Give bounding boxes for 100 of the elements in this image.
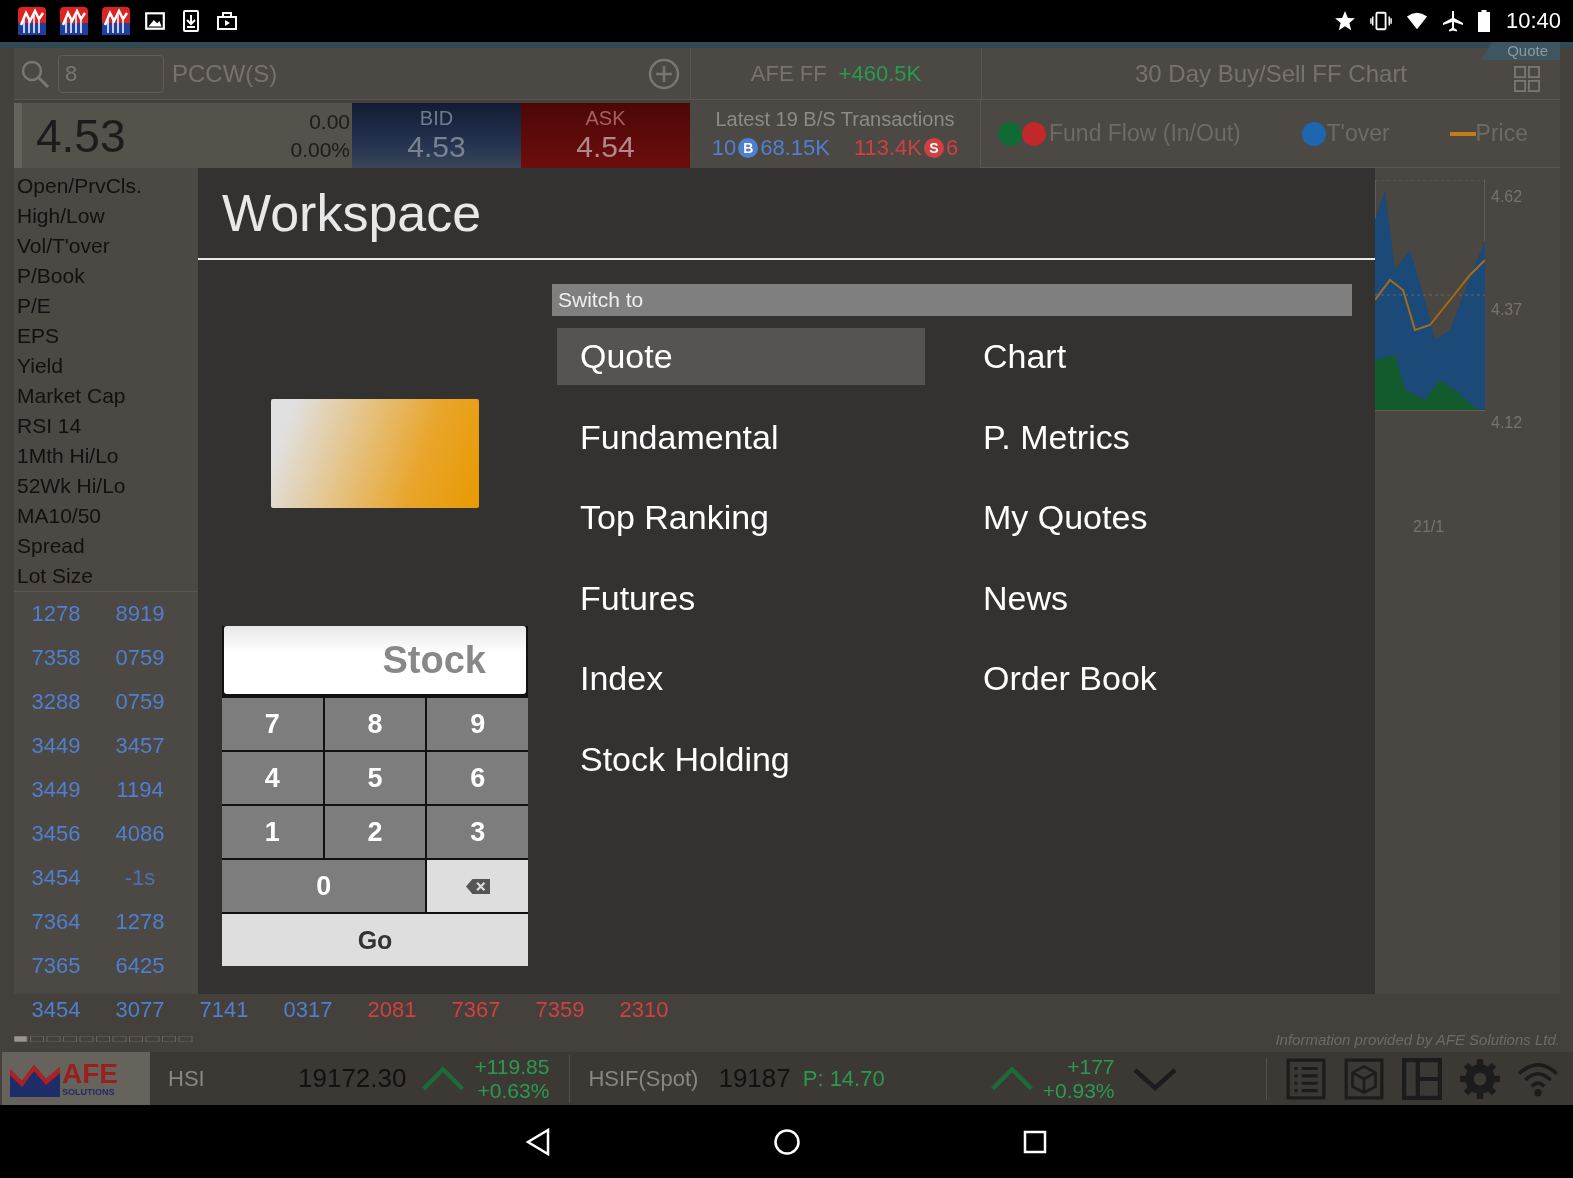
stock-input-field[interactable]: Stock — [224, 626, 526, 694]
stock-code[interactable]: 0759 — [98, 645, 182, 671]
stock-code[interactable]: 0759 — [98, 689, 182, 715]
sell-volume: 113.4K — [853, 134, 923, 161]
keypad-key[interactable]: 3 — [427, 806, 528, 858]
stock-code[interactable]: 4086 — [98, 821, 182, 847]
settings-icon[interactable] — [1459, 1057, 1501, 1100]
stock-code[interactable]: -1s — [98, 865, 182, 891]
ask-price: 4.54 — [576, 130, 635, 164]
stock-code[interactable]: 2310 — [602, 997, 686, 1023]
go-button[interactable]: Go — [222, 914, 528, 966]
stock-code[interactable]: 0317 — [266, 997, 350, 1023]
sell-badge: S — [924, 137, 945, 158]
logo-subtext: SOLUTIONS — [62, 1088, 116, 1097]
premium-value: P: 14.70 — [802, 1065, 885, 1092]
stock-code[interactable]: 1278 — [98, 909, 182, 935]
stock-code[interactable]: 3288 — [14, 689, 98, 715]
sell-count: 6 — [946, 134, 959, 161]
section-header: Switch to — [552, 284, 1352, 316]
chevron-down-icon[interactable] — [1132, 1065, 1177, 1092]
menu-item[interactable]: Order Book — [960, 650, 1352, 707]
stock-code[interactable]: 3457 — [98, 733, 182, 759]
menu-item[interactable]: Stock Holding — [557, 730, 925, 788]
menu-item[interactable]: P. Metrics — [960, 408, 1352, 466]
stock-code[interactable]: 1194 — [98, 777, 182, 803]
stat-label: P/Book — [17, 263, 86, 289]
stat-label: Market Cap — [17, 383, 127, 409]
stock-code[interactable]: 2081 — [350, 997, 434, 1023]
menu-item[interactable]: Chart — [960, 328, 1352, 385]
star-icon — [1333, 10, 1356, 32]
stock-code[interactable]: 7358 — [14, 645, 98, 671]
stock-code[interactable]: 3454 — [14, 997, 98, 1023]
stock-code[interactable]: 7141 — [182, 997, 266, 1023]
quote-tab[interactable]: Quote — [1481, 42, 1560, 60]
stock-code[interactable]: 3077 — [98, 997, 182, 1023]
last-price: 4.53 — [36, 108, 126, 163]
menu-item[interactable]: My Quotes — [960, 489, 1352, 546]
keypad-key[interactable]: 4 — [222, 752, 323, 804]
stock-code[interactable]: 8919 — [98, 601, 182, 627]
menu-item[interactable]: Futures — [557, 569, 925, 627]
menu-item[interactable]: News — [960, 569, 1352, 627]
backspace-key[interactable] — [427, 860, 528, 912]
layout-icon[interactable] — [1401, 1057, 1443, 1100]
stock-code[interactable]: 7367 — [434, 997, 518, 1023]
stock-code[interactable]: 3454 — [14, 865, 98, 891]
cube-icon[interactable] — [1343, 1057, 1385, 1100]
bid-price: 4.53 — [407, 130, 466, 164]
index-change: +119.85 — [474, 1054, 550, 1079]
battery-icon — [1477, 10, 1490, 32]
buy-count: 10 — [711, 134, 737, 161]
image-icon — [144, 10, 166, 32]
clock-time: 10:40 — [1505, 8, 1561, 34]
index-change-percent: +0.93% — [1042, 1078, 1115, 1103]
price-change-percent: 0.00% — [290, 136, 350, 163]
stock-code[interactable]: 3449 — [14, 777, 98, 803]
stat-label: EPS — [17, 323, 61, 349]
stock-code[interactable]: 3449 — [14, 733, 98, 759]
index-change: +177 — [1067, 1054, 1115, 1079]
stat-label: Lot Size — [17, 563, 94, 589]
keypad-key[interactable]: 2 — [324, 806, 426, 858]
stat-label: Yield — [17, 353, 64, 379]
home-icon[interactable] — [771, 1126, 802, 1157]
menu-item[interactable]: Index — [557, 650, 925, 707]
keypad-key[interactable]: 1 — [222, 806, 323, 858]
stat-label: P/E — [17, 293, 52, 319]
keypad-key[interactable]: 7 — [222, 698, 323, 750]
stat-label: MA10/50 — [17, 503, 103, 529]
stat-label: 52Wk Hi/Lo — [17, 473, 127, 499]
grid-icon[interactable] — [1514, 66, 1540, 92]
buy-volume: 68.15K — [760, 134, 830, 161]
stat-label: RSI 14 — [17, 413, 83, 439]
stat-label: Spread — [17, 533, 86, 559]
wifi-icon — [1405, 10, 1428, 32]
menu-item[interactable]: Fundamental — [557, 408, 925, 466]
app-chart-icon — [18, 7, 46, 35]
stock-code[interactable]: 3456 — [14, 821, 98, 847]
keypad-key[interactable]: 5 — [324, 752, 426, 804]
stock-code[interactable]: 7364 — [14, 909, 98, 935]
transactions-title: Latest 19 B/S Transactions — [715, 107, 955, 131]
stat-label: Open/PrvCls. — [17, 173, 143, 199]
fund-flow-value: +460.5K — [838, 60, 922, 87]
backspace-icon — [465, 878, 490, 894]
bid-label: BID — [419, 107, 454, 130]
add-circle-icon[interactable] — [648, 57, 680, 90]
keypad-key[interactable]: 6 — [427, 752, 528, 804]
stock-code[interactable]: 7365 — [14, 953, 98, 979]
stock-code[interactable]: 1278 — [14, 601, 98, 627]
keypad-key[interactable]: 9 — [427, 698, 528, 750]
stat-label: Vol/T'over — [17, 233, 111, 259]
keypad-key[interactable]: 0 — [222, 860, 426, 912]
list-icon[interactable] — [1285, 1057, 1327, 1100]
menu-item[interactable]: Top Ranking — [557, 489, 925, 546]
stock-code[interactable]: 6425 — [98, 953, 182, 979]
stock-code[interactable]: 7359 — [518, 997, 602, 1023]
index-change-percent: +0.63% — [477, 1078, 550, 1103]
keypad-key[interactable]: 8 — [324, 698, 426, 750]
app-chart-icon — [60, 7, 88, 35]
vibrate-icon — [1369, 10, 1392, 32]
menu-item[interactable]: Quote — [557, 328, 925, 385]
search-icon[interactable] — [20, 58, 50, 89]
